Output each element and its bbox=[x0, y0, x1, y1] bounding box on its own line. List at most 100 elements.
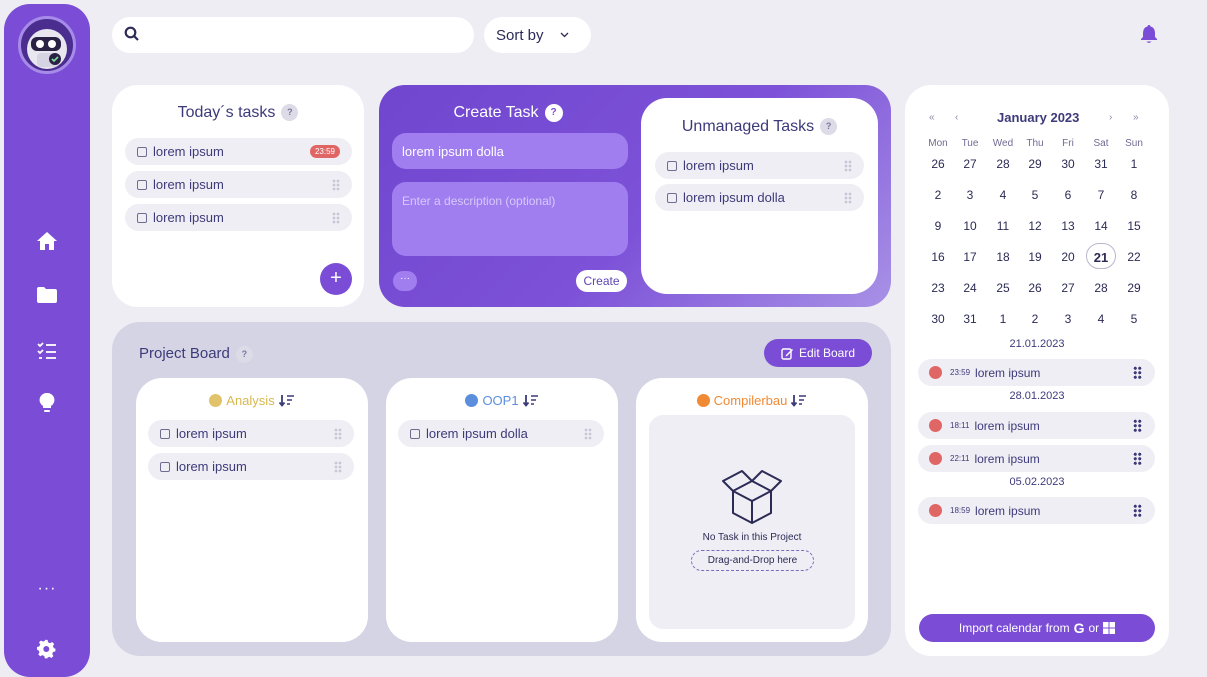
column-header[interactable]: OOP1 bbox=[386, 393, 618, 408]
drag-handle-icon[interactable] bbox=[334, 461, 342, 473]
calendar-day[interactable]: 9 bbox=[922, 219, 954, 233]
task-checkbox[interactable] bbox=[667, 160, 677, 171]
task-item[interactable]: lorem ipsum bbox=[148, 453, 354, 480]
drag-handle-icon[interactable] bbox=[332, 179, 340, 191]
sort-dropdown[interactable]: Sort by bbox=[484, 17, 591, 53]
drag-handle-icon[interactable] bbox=[1133, 419, 1142, 432]
drag-handle-icon[interactable] bbox=[844, 192, 852, 204]
column-header[interactable]: Analysis bbox=[136, 393, 368, 408]
calendar-day[interactable]: 4 bbox=[987, 188, 1019, 202]
calendar-day[interactable]: 30 bbox=[1052, 157, 1084, 171]
avatar[interactable] bbox=[18, 16, 76, 74]
calendar-day[interactable]: 19 bbox=[1019, 250, 1051, 264]
calendar-day[interactable]: 30 bbox=[922, 312, 954, 326]
bell-icon[interactable] bbox=[1140, 24, 1158, 49]
calendar-event[interactable]: 18:59 lorem ipsum bbox=[918, 497, 1155, 524]
calendar-day[interactable]: 16 bbox=[922, 250, 954, 264]
calendar-day[interactable]: 25 bbox=[987, 281, 1019, 295]
task-item[interactable]: lorem ipsum 23:59 bbox=[125, 138, 352, 165]
calendar-day[interactable]: 2 bbox=[1019, 312, 1051, 326]
calendar-event[interactable]: 18:11 lorem ipsum bbox=[918, 412, 1155, 439]
calendar-day[interactable]: 14 bbox=[1085, 219, 1117, 233]
calendar-day[interactable]: 20 bbox=[1052, 250, 1084, 264]
calendar-day[interactable]: 31 bbox=[1085, 157, 1117, 171]
task-checkbox[interactable] bbox=[137, 179, 147, 190]
help-icon[interactable]: ? bbox=[281, 104, 299, 122]
drag-handle-icon[interactable] bbox=[584, 428, 592, 440]
calendar-day[interactable]: 15 bbox=[1118, 219, 1150, 233]
task-name-input[interactable]: lorem ipsum dolla bbox=[392, 133, 628, 169]
calendar-day[interactable]: 28 bbox=[1085, 281, 1117, 295]
calendar-day[interactable]: 22 bbox=[1118, 250, 1150, 264]
calendar-day[interactable]: 1 bbox=[987, 312, 1019, 326]
help-icon[interactable]: ? bbox=[235, 345, 253, 363]
help-icon[interactable]: ? bbox=[544, 104, 563, 122]
task-checkbox[interactable] bbox=[410, 428, 420, 439]
folder-icon[interactable] bbox=[34, 282, 60, 308]
calendar-day[interactable]: 3 bbox=[954, 188, 986, 202]
add-task-button[interactable]: + bbox=[320, 263, 352, 295]
calendar-day[interactable]: 18 bbox=[987, 250, 1019, 264]
calendar-day[interactable]: 26 bbox=[922, 157, 954, 171]
task-item[interactable]: lorem ipsum bbox=[148, 420, 354, 447]
task-item[interactable]: lorem ipsum bbox=[125, 171, 352, 198]
calendar-day[interactable]: 4 bbox=[1085, 312, 1117, 326]
calendar-day[interactable]: 28 bbox=[987, 157, 1019, 171]
drag-handle-icon[interactable] bbox=[1133, 366, 1142, 379]
calendar-day[interactable]: 1 bbox=[1118, 157, 1150, 171]
calendar-event[interactable]: 23:59 lorem ipsum bbox=[918, 359, 1155, 386]
checklist-icon[interactable] bbox=[34, 338, 60, 364]
drag-handle-icon[interactable] bbox=[334, 428, 342, 440]
more-icon[interactable]: ··· bbox=[34, 576, 60, 602]
sort-icon[interactable] bbox=[522, 394, 539, 407]
calendar-day[interactable]: 27 bbox=[1052, 281, 1084, 295]
prev-year-button[interactable]: « bbox=[929, 112, 935, 123]
edit-board-button[interactable]: Edit Board bbox=[764, 339, 872, 367]
calendar-day[interactable]: 5 bbox=[1019, 188, 1051, 202]
task-item[interactable]: lorem ipsum dolla bbox=[655, 184, 864, 211]
more-options-button[interactable]: ··· bbox=[393, 271, 417, 291]
sort-icon[interactable] bbox=[278, 394, 295, 407]
empty-dropzone[interactable]: No Task in this Project Drag-and-Drop he… bbox=[649, 415, 855, 629]
gear-icon[interactable] bbox=[34, 636, 60, 662]
task-item[interactable]: lorem ipsum bbox=[655, 152, 864, 179]
next-month-button[interactable]: › bbox=[1109, 112, 1112, 123]
drag-handle-icon[interactable] bbox=[844, 160, 852, 172]
calendar-day[interactable]: 21 bbox=[1085, 250, 1117, 265]
calendar-day[interactable]: 24 bbox=[954, 281, 986, 295]
help-icon[interactable]: ? bbox=[820, 118, 838, 136]
calendar-day[interactable]: 23 bbox=[922, 281, 954, 295]
task-checkbox[interactable] bbox=[160, 428, 170, 439]
calendar-day[interactable]: 12 bbox=[1019, 219, 1051, 233]
calendar-day[interactable]: 11 bbox=[987, 219, 1019, 233]
task-checkbox[interactable] bbox=[137, 212, 147, 223]
calendar-day[interactable]: 10 bbox=[954, 219, 986, 233]
drag-handle-icon[interactable] bbox=[1133, 504, 1142, 517]
task-checkbox[interactable] bbox=[137, 146, 147, 157]
drag-handle-icon[interactable] bbox=[332, 212, 340, 224]
drag-handle-icon[interactable] bbox=[1133, 452, 1142, 465]
task-item[interactable]: lorem ipsum dolla bbox=[398, 420, 604, 447]
calendar-day[interactable]: 17 bbox=[954, 250, 986, 264]
import-calendar-button[interactable]: Import calendar from G or bbox=[919, 614, 1155, 642]
search-bar[interactable] bbox=[112, 17, 474, 53]
next-year-button[interactable]: » bbox=[1133, 112, 1139, 123]
task-item[interactable]: lorem ipsum bbox=[125, 204, 352, 231]
calendar-day[interactable]: 8 bbox=[1118, 188, 1150, 202]
calendar-day[interactable]: 29 bbox=[1118, 281, 1150, 295]
calendar-day[interactable]: 27 bbox=[954, 157, 986, 171]
column-header[interactable]: Compilerbau bbox=[636, 393, 868, 408]
task-checkbox[interactable] bbox=[667, 192, 677, 203]
calendar-day[interactable]: 5 bbox=[1118, 312, 1150, 326]
calendar-day[interactable]: 7 bbox=[1085, 188, 1117, 202]
sort-icon[interactable] bbox=[791, 394, 807, 407]
task-checkbox[interactable] bbox=[160, 461, 170, 472]
calendar-day[interactable]: 2 bbox=[922, 188, 954, 202]
calendar-day[interactable]: 13 bbox=[1052, 219, 1084, 233]
calendar-event[interactable]: 22:11 lorem ipsum bbox=[918, 445, 1155, 472]
task-description-input[interactable]: Enter a description (optional) bbox=[392, 182, 628, 256]
calendar-day[interactable]: 29 bbox=[1019, 157, 1051, 171]
prev-month-button[interactable]: ‹ bbox=[955, 112, 958, 123]
home-icon[interactable] bbox=[34, 228, 60, 254]
calendar-day[interactable]: 3 bbox=[1052, 312, 1084, 326]
